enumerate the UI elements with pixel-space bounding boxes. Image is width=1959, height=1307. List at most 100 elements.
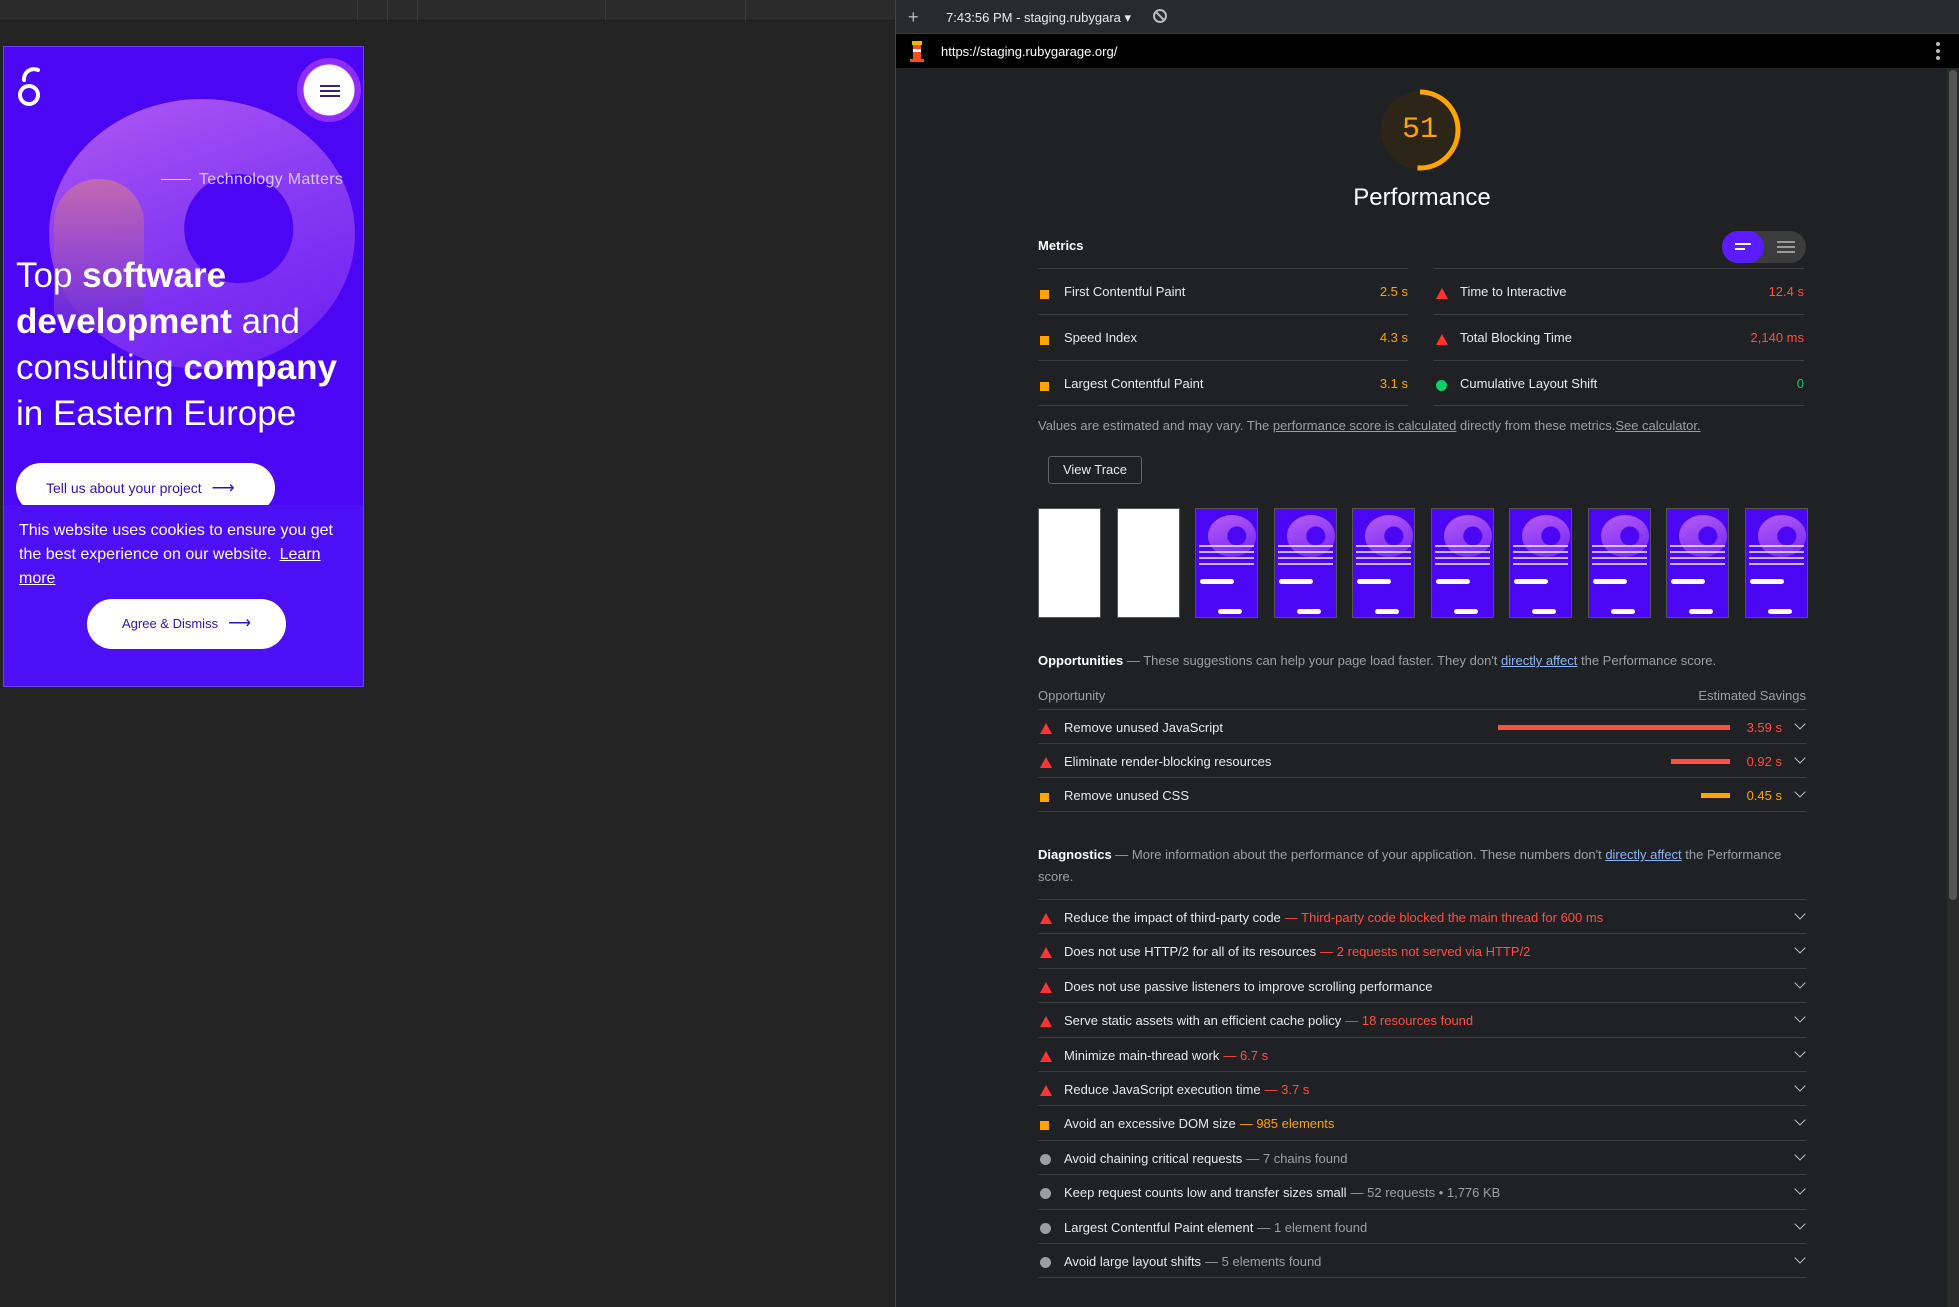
scrollbar-thumb[interactable]: [1949, 70, 1957, 900]
score-value: 51: [1401, 113, 1438, 147]
metrics-view-toggle[interactable]: [1722, 231, 1806, 263]
view-trace-button[interactable]: View Trace: [1048, 456, 1142, 484]
chevron-down-icon[interactable]: [1794, 1080, 1806, 1092]
savings-value: 3.59 s: [1746, 720, 1782, 735]
opportunity-status: [1040, 756, 1052, 771]
diagnostic-status: [1040, 946, 1052, 961]
lighthouse-report: 51 Performance Metrics First Contentful …: [1038, 68, 1808, 1307]
diagnostic-row[interactable]: Minimize main-thread work — 6.7 s: [1038, 1038, 1806, 1072]
chevron-down-icon[interactable]: [1794, 1114, 1806, 1127]
filmstrip-frame: [1195, 508, 1258, 618]
directly-affect-link[interactable]: directly affect: [1605, 847, 1681, 862]
hamburger-icon: [320, 85, 340, 97]
diagnostic-row[interactable]: Serve static assets with an efficient ca…: [1038, 1003, 1806, 1038]
diagnostic-row[interactable]: Avoid large layout shifts — 5 elements fo…: [1038, 1244, 1806, 1279]
diagnostic-name: Avoid large layout shifts: [1064, 1253, 1202, 1269]
chevron-down-icon[interactable]: [1794, 1217, 1806, 1230]
agree-dismiss-button[interactable]: Agree & Dismiss ⟶: [87, 599, 286, 649]
chevron-down-icon[interactable]: [1794, 1011, 1806, 1023]
more-options-icon[interactable]: [1936, 42, 1940, 63]
chevron-down-icon[interactable]: [1794, 1045, 1806, 1058]
report-selector[interactable]: 7:43:56 PM - staging.rubygara ▾: [946, 10, 1131, 26]
new-report-icon[interactable]: +: [908, 7, 919, 28]
opportunity-column-label: Opportunity: [1038, 688, 1106, 703]
chevron-down-icon[interactable]: [1794, 977, 1806, 989]
chevron-down-icon[interactable]: [1794, 1252, 1806, 1264]
diagnostic-name: Reduce JavaScript execution time: [1064, 1081, 1261, 1097]
opportunity-row[interactable]: Remove unused JavaScript 3.59 s: [1038, 710, 1806, 744]
diagnostic-row[interactable]: Avoid an excessive DOM size — 985 element…: [1038, 1106, 1806, 1141]
diagnostic-name: Avoid an excessive DOM size: [1064, 1116, 1236, 1132]
directly-affect-link[interactable]: directly affect: [1501, 653, 1577, 668]
diagnostic-row[interactable]: Reduce the impact of third-party code — T…: [1038, 900, 1806, 935]
toolbar-segment[interactable]: [418, 0, 606, 21]
see-calculator-link[interactable]: See calculator.: [1615, 418, 1700, 433]
opportunity-status: [1040, 790, 1049, 805]
fail-triangle-icon: [1040, 947, 1052, 959]
diagnostic-detail: — 2 requests not served via HTTP/2: [1320, 944, 1531, 960]
savings-column-label: Estimated Savings: [1698, 688, 1806, 703]
pass-circle-icon: [1436, 380, 1447, 391]
category-title: Performance: [1353, 184, 1491, 211]
diagnostic-detail: — 52 requests • 1,776 KB: [1350, 1185, 1501, 1201]
average-square-icon: [1040, 336, 1049, 345]
average-square-icon: [1040, 290, 1049, 299]
opportunity-row[interactable]: Eliminate render-blocking resources 0.92 …: [1038, 744, 1806, 778]
opportunity-status: [1040, 722, 1052, 737]
metric-row: Cumulative Layout Shift 0: [1434, 360, 1804, 406]
diagnostic-detail: — 985 elements: [1239, 1116, 1335, 1132]
chevron-down-icon[interactable]: [1794, 718, 1806, 730]
diagnostic-row[interactable]: Avoid chaining critical requests — 7 chai…: [1038, 1141, 1806, 1176]
cookie-message: This website uses cookies to ensure you …: [19, 522, 333, 587]
metrics-heading: Metrics: [1038, 238, 1084, 253]
collapsed-view-icon[interactable]: [1722, 231, 1764, 263]
filmstrip-frame: [1587, 508, 1651, 618]
filmstrip-frame: [1509, 508, 1572, 618]
fail-triangle-icon: [1040, 1084, 1052, 1096]
chevron-down-icon[interactable]: [1794, 1149, 1806, 1161]
scrollbar[interactable]: [1947, 68, 1959, 1307]
metric-row: Time to Interactive 12.4 s: [1434, 268, 1804, 314]
savings-bar: [1701, 793, 1730, 798]
metric-name: Speed Index: [1064, 330, 1138, 345]
filmstrip-frame: [1273, 508, 1337, 618]
diagnostic-row[interactable]: Largest Contentful Paint element — 1 elem…: [1038, 1210, 1806, 1244]
metric-value: 3.1 s: [1379, 376, 1408, 391]
savings-bar: [1671, 759, 1730, 764]
performance-score-gauge[interactable]: 51: [1378, 88, 1462, 172]
filmstrip-frame: [1744, 508, 1808, 618]
diagnostic-name: Largest Contentful Paint element: [1064, 1219, 1254, 1235]
info-circle-icon: [1040, 1153, 1051, 1165]
diagnostic-row[interactable]: Keep request counts low and transfer siz…: [1038, 1175, 1806, 1210]
opportunities-heading: Opportunities — These suggestions can he…: [1038, 653, 1717, 668]
metric-status: [1040, 287, 1049, 302]
clear-icon[interactable]: [1153, 9, 1167, 23]
opportunity-name: Remove unused CSS: [1064, 788, 1190, 803]
report-url[interactable]: https://staging.rubygarage.org/: [941, 44, 1117, 59]
diagnostic-status: [1040, 1015, 1052, 1030]
metrics-right-column: Time to Interactive 12.4 s Total Blocking …: [1434, 268, 1804, 406]
toolbar-segment[interactable]: [0, 0, 358, 21]
chevron-down-icon[interactable]: [1794, 1183, 1806, 1195]
chevron-down-icon[interactable]: [1794, 752, 1806, 764]
savings-value: 0.92 s: [1746, 754, 1782, 769]
filmstrip-frame: [1430, 508, 1494, 618]
opportunity-row[interactable]: Remove unused CSS 0.45 s: [1038, 778, 1806, 812]
diagnostic-row[interactable]: Does not use passive listeners to improv…: [1038, 969, 1806, 1004]
toolbar-segment[interactable]: [606, 0, 746, 21]
toolbar-segment[interactable]: [358, 0, 388, 21]
lighthouse-icon: [910, 41, 924, 62]
cookie-banner: This website uses cookies to ensure you …: [4, 505, 363, 686]
diagnostic-status: [1040, 1050, 1052, 1065]
diagnostic-row[interactable]: Does not use HTTP/2 for all of its resou…: [1038, 934, 1806, 969]
chevron-down-icon[interactable]: [1794, 942, 1806, 955]
chevron-down-icon[interactable]: [1794, 908, 1806, 920]
rubygarage-logo[interactable]: [16, 64, 42, 110]
diagnostic-row[interactable]: Reduce JavaScript execution time — 3.7 s: [1038, 1072, 1806, 1107]
metric-value: 12.4 s: [1768, 284, 1804, 299]
chevron-down-icon[interactable]: [1794, 786, 1806, 798]
diagnostics-list: Reduce the impact of third-party code — T…: [1038, 899, 1806, 1279]
score-calculated-link[interactable]: performance score is calculated: [1273, 418, 1457, 433]
toolbar-segment[interactable]: [388, 0, 418, 21]
diagnostic-status: [1040, 912, 1052, 927]
